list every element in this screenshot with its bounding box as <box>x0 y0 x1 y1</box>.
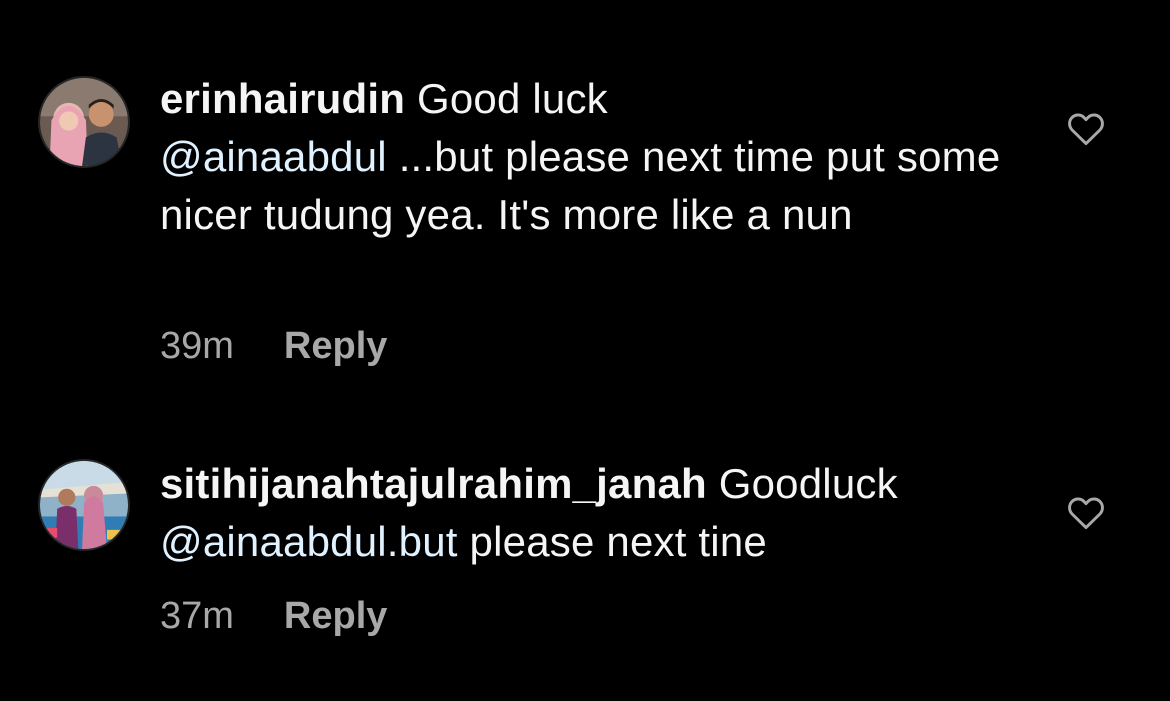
reply-button[interactable]: Reply <box>284 595 387 637</box>
comment-body: Good luck <box>416 75 608 122</box>
avatar[interactable] <box>38 459 130 551</box>
truncated-reply-text: · · · <box>540 0 620 6</box>
comment-body: please next tine <box>469 518 767 565</box>
comment-body: Goodluck <box>718 460 898 507</box>
comment-timestamp: 39m <box>160 325 234 367</box>
comment-meta: 37m Reply <box>160 594 387 638</box>
comment-username[interactable]: erinhairudin <box>160 75 405 122</box>
avatar-photo <box>40 78 128 166</box>
avatar-photo <box>40 461 128 549</box>
comment-text: sitihijanahtajulrahim_janah Goodluck @ai… <box>160 455 1010 571</box>
comment-text: erinhairudin Good luck @ainaabdul ...but… <box>160 70 1010 244</box>
avatar[interactable] <box>38 76 130 168</box>
heart-outline-icon[interactable] <box>1066 494 1106 530</box>
comment-username[interactable]: sitihijanahtajulrahim_janah <box>160 460 707 507</box>
heart-outline-icon[interactable] <box>1066 110 1106 146</box>
mention-link[interactable]: @ainaabdul.but <box>160 518 458 565</box>
comment-meta: 39m Reply <box>160 324 387 368</box>
comment-timestamp: 37m <box>160 595 234 637</box>
reply-button[interactable]: Reply <box>284 325 387 367</box>
mention-link[interactable]: @ainaabdul <box>160 133 387 180</box>
